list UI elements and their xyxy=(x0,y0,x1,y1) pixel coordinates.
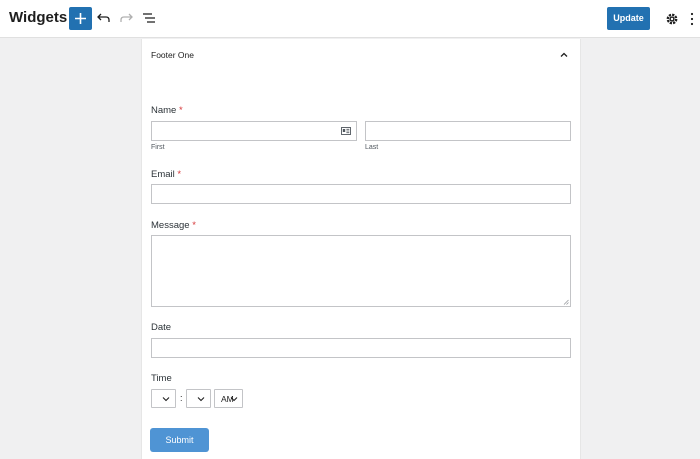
chevron-down-icon xyxy=(230,397,238,402)
message-textarea[interactable] xyxy=(151,235,571,307)
add-block-button[interactable] xyxy=(69,7,92,30)
widget-area-title: Footer One xyxy=(151,50,194,60)
chevron-up-icon[interactable] xyxy=(558,49,570,61)
required-mark: * xyxy=(177,169,182,180)
time-separator: : xyxy=(180,393,183,403)
more-options-icon[interactable] xyxy=(689,11,695,27)
message-label: Message * xyxy=(151,220,196,231)
page-title: Widgets xyxy=(9,9,68,26)
plus-icon xyxy=(75,13,86,24)
last-sublabel: Last xyxy=(365,144,379,151)
list-view-icon[interactable] xyxy=(141,10,157,26)
name-label-text: Name xyxy=(151,105,177,116)
chevron-down-icon xyxy=(162,397,170,402)
undo-icon[interactable] xyxy=(96,10,112,26)
submit-button[interactable]: Submit xyxy=(150,428,209,452)
update-button[interactable]: Update xyxy=(607,7,650,30)
contact-card-icon[interactable] xyxy=(341,127,351,135)
first-sublabel: First xyxy=(151,144,165,151)
hour-select[interactable] xyxy=(151,389,176,408)
required-mark: * xyxy=(192,220,196,231)
date-input[interactable] xyxy=(151,338,571,358)
chevron-down-icon xyxy=(197,397,205,402)
last-name-input[interactable] xyxy=(365,121,571,141)
gear-icon[interactable] xyxy=(664,11,680,27)
ampm-select[interactable]: AM xyxy=(214,389,243,408)
email-input[interactable] xyxy=(151,184,571,204)
date-label: Date xyxy=(151,322,172,333)
message-label-text: Message xyxy=(151,220,190,231)
name-label: Name * xyxy=(151,105,183,116)
redo-icon[interactable] xyxy=(118,10,134,26)
resize-grip-icon[interactable] xyxy=(563,299,569,305)
widget-area-header[interactable]: Footer One xyxy=(142,39,580,73)
email-label-text: Email xyxy=(151,169,175,180)
first-name-input[interactable] xyxy=(151,121,357,141)
time-label: Time xyxy=(151,373,172,384)
required-mark: * xyxy=(178,105,183,116)
minute-select[interactable] xyxy=(186,389,211,408)
email-label: Email * xyxy=(151,169,181,180)
editor-toolbar: Widgets Update xyxy=(0,0,700,38)
